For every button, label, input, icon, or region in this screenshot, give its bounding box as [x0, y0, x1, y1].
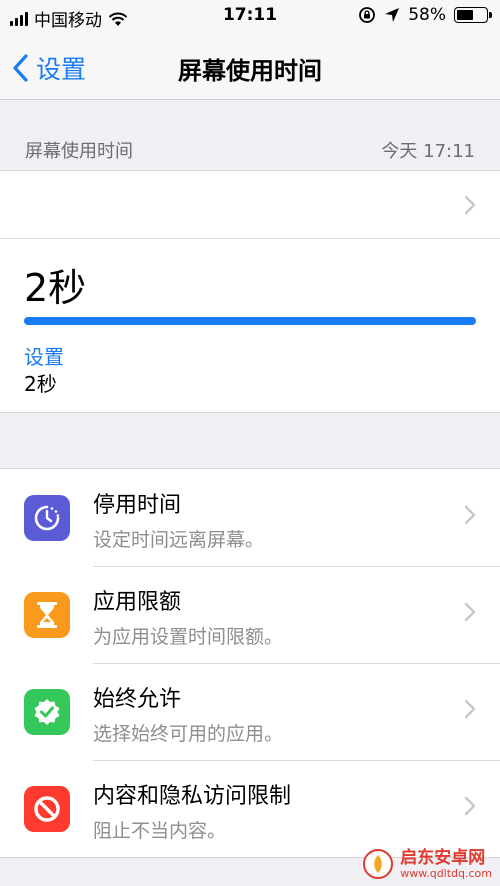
chevron-right-icon	[464, 602, 476, 622]
chevron-right-icon	[464, 195, 476, 215]
section-header: 屏幕使用时间 今天 17:11	[0, 101, 500, 171]
prohibited-icon	[24, 786, 70, 832]
downtime-icon	[24, 495, 70, 541]
usage-progress-fill	[24, 317, 476, 325]
chevron-right-icon	[464, 699, 476, 719]
section-header-label: 屏幕使用时间	[25, 141, 133, 162]
option-title: 停用时间	[93, 493, 182, 518]
option-title: 应用限额	[93, 590, 182, 615]
option-downtime[interactable]: 停用时间 设定时间远离屏幕。	[0, 469, 500, 566]
option-subtitle: 设定时间远离屏幕。	[93, 529, 265, 551]
watermark-name: 启东安卓网	[400, 847, 486, 868]
usage-progress-bar	[24, 317, 476, 325]
site-watermark: 启东安卓网 www.qdltdq.com	[362, 848, 492, 880]
status-bar: 中国移动 17:11 58%	[0, 0, 500, 34]
battery-percent: 58%	[408, 5, 446, 25]
screen-time-options-list: 停用时间 设定时间远离屏幕。 应用限额 为应用设置时间限额。 始终允许 选择始终…	[0, 468, 500, 858]
option-always-allowed[interactable]: 始终允许 选择始终可用的应用。	[0, 663, 500, 760]
watermark-logo-icon	[363, 849, 394, 879]
top-app-time: 2秒	[24, 372, 57, 396]
top-app-name: 设置	[24, 345, 64, 369]
device-usage-row[interactable]	[0, 171, 500, 239]
status-right: 58%	[358, 5, 492, 25]
option-title: 始终允许	[93, 687, 182, 712]
page-title: 屏幕使用时间	[178, 57, 322, 85]
battery-icon	[454, 7, 492, 23]
navigation-bar: 设置 屏幕使用时间	[0, 34, 500, 100]
option-title: 内容和隐私访问限制	[93, 784, 292, 809]
watermark-url: www.qdltdq.com	[400, 866, 492, 880]
location-icon	[385, 8, 400, 22]
checkmark-badge-icon	[24, 689, 70, 735]
option-content-privacy-restrictions[interactable]: 内容和隐私访问限制 阻止不当内容。	[0, 760, 500, 857]
total-usage-time: 2秒	[24, 266, 87, 310]
section-header-date: 今天 17:11	[381, 141, 475, 162]
hourglass-icon	[24, 592, 70, 638]
chevron-right-icon	[464, 796, 476, 816]
chevron-right-icon	[464, 505, 476, 525]
rotation-lock-icon	[359, 7, 376, 23]
option-subtitle: 选择始终可用的应用。	[93, 723, 284, 745]
option-subtitle: 阻止不当内容。	[93, 820, 227, 842]
option-app-limits[interactable]: 应用限额 为应用设置时间限额。	[0, 566, 500, 663]
usage-summary-card: 2秒 设置 2秒	[0, 171, 500, 413]
option-subtitle: 为应用设置时间限额。	[93, 626, 284, 648]
